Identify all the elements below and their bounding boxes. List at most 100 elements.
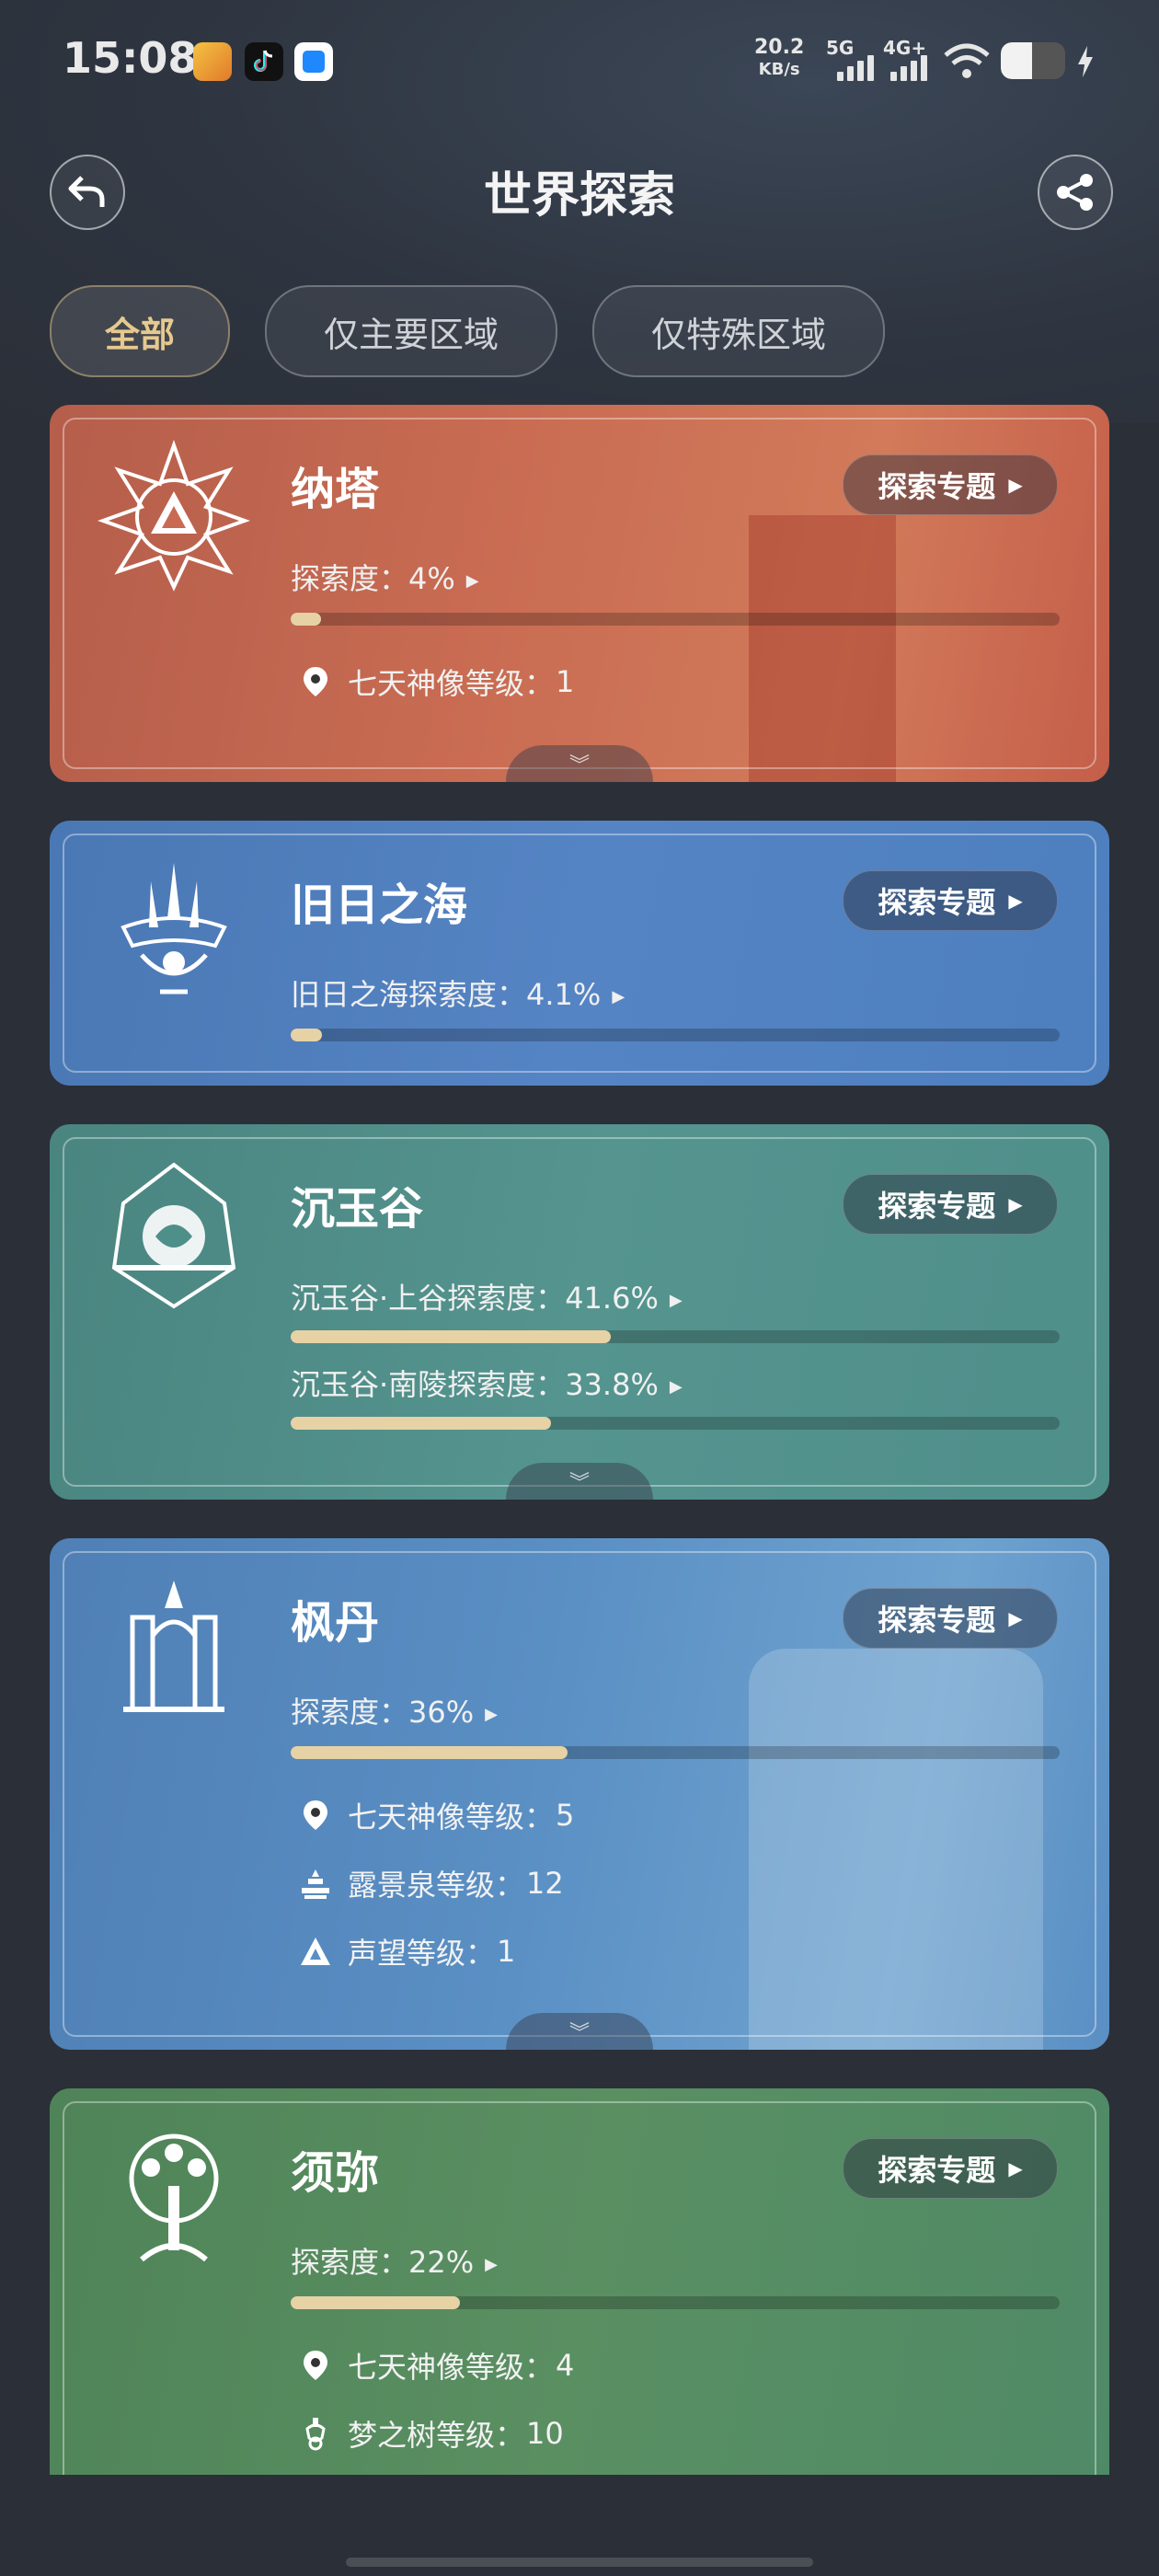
natlan-emblem-icon [98, 440, 250, 592]
explore-topic-label: 探索专题 [878, 2153, 996, 2188]
exploration-label: 探索度： [291, 2245, 409, 2280]
caret-right-icon: ▶ [485, 2254, 498, 2274]
region-card-chenyu-vale[interactable]: 沉玉谷 探索专题 ▶ 沉玉谷·上谷探索度：41.6% ▶ 沉玉谷·南陵探索度：33.… [50, 1124, 1109, 1500]
card-scenery [749, 1649, 1043, 2050]
chevron-down-icon: ︾ [568, 2022, 590, 2045]
caret-right-icon: ▶ [612, 986, 625, 1006]
caret-right-icon: ▶ [485, 1704, 498, 1724]
progress-fill [291, 1746, 568, 1759]
region-card-sea-of-bygone-eras[interactable]: 旧日之海 探索专题 ▶ 旧日之海探索度：4.1% ▶ [50, 821, 1109, 1086]
stat-row: 七天神像等级： 4 [298, 2344, 574, 2386]
fountain-icon [298, 1866, 333, 1901]
exploration-progress-bar [291, 613, 1060, 626]
explore-topic-label: 探索专题 [878, 885, 996, 920]
stat-label: 七天神像等级： [348, 1800, 555, 1834]
status-time: 15:08 [63, 33, 198, 83]
explore-topic-button[interactable]: 探索专题 ▶ [843, 870, 1058, 931]
wifi-icon [944, 43, 990, 78]
region-name: 枫丹 [291, 1597, 380, 1649]
caret-right-icon: ▶ [465, 570, 479, 591]
tab-main-regions[interactable]: 仅主要区域 [265, 285, 557, 377]
tab-special-regions[interactable]: 仅特殊区域 [592, 285, 885, 377]
exploration-progress-bar [291, 1330, 1060, 1343]
explore-topic-button[interactable]: 探索专题 ▶ [843, 1174, 1058, 1235]
stat-value: 10 [526, 2416, 564, 2451]
region-name: 旧日之海 [291, 880, 468, 931]
explore-topic-label: 探索专题 [878, 1189, 996, 1224]
share-icon [1057, 174, 1093, 211]
stat-label: 露景泉等级： [348, 1868, 525, 1903]
stat-label: 七天神像等级： [348, 2350, 555, 2385]
stat-value: 5 [556, 1798, 575, 1833]
signal-bars-icon [837, 48, 874, 81]
stat-row: 梦之树等级： 10 [298, 2412, 564, 2455]
fontaine-emblem-icon [123, 1581, 224, 1712]
exploration-value: 41.6% [565, 1281, 659, 1316]
statue-pin-icon [298, 1798, 333, 1833]
chevron-down-icon: ︾ [568, 754, 590, 777]
region-name: 沉玉谷 [291, 1183, 424, 1235]
expand-button[interactable]: ︾ [506, 745, 653, 782]
tab-all[interactable]: 全部 [50, 285, 230, 377]
stat-row: 露景泉等级： 12 [298, 1862, 564, 1904]
exploration-row[interactable]: 沉玉谷·南陵探索度：33.8% ▶ [291, 1362, 683, 1404]
share-button[interactable] [1038, 155, 1113, 230]
network-speed: 20.2 KB/s [754, 37, 804, 81]
page-title: 世界探索 [483, 168, 675, 224]
exploration-label: 旧日之海探索度： [291, 977, 527, 1012]
chevron-down-icon: ︾ [568, 1472, 590, 1495]
sumeru-emblem-icon [129, 2133, 219, 2262]
stat-label: 七天神像等级： [348, 666, 555, 701]
exploration-label: 沉玉谷·上谷探索度： [291, 1281, 566, 1316]
card-scenery [749, 515, 896, 782]
caret-right-icon: ▶ [1008, 1193, 1023, 1215]
chenyu-emblem-icon [111, 1162, 236, 1309]
exploration-row[interactable]: 探索度：36% ▶ [291, 1689, 498, 1731]
reputation-icon [298, 1934, 333, 1969]
caret-right-icon: ▶ [1008, 474, 1023, 496]
explore-topic-label: 探索专题 [878, 469, 996, 504]
status-bar: 15:08 20.2 KB/s 5G 4G+ [0, 0, 1159, 129]
stat-row: 七天神像等级： 1 [298, 661, 574, 703]
progress-fill [291, 1417, 551, 1430]
region-name: 须弥 [291, 2147, 380, 2199]
statue-pin-icon [298, 2348, 333, 2383]
caret-right-icon: ▶ [1008, 1607, 1023, 1629]
region-card-natlan[interactable]: 纳塔 探索专题 ▶ 探索度：4% ▶ 七天神像等级： 1 ︾ [50, 405, 1109, 782]
explore-topic-button[interactable]: 探索专题 ▶ [843, 454, 1058, 515]
caret-right-icon: ▶ [669, 1290, 683, 1310]
exploration-progress-bar [291, 1746, 1060, 1759]
exploration-row[interactable]: 旧日之海探索度：4.1% ▶ [291, 972, 625, 1014]
explore-topic-label: 探索专题 [878, 1603, 996, 1638]
exploration-value: 36% [408, 1695, 475, 1730]
stat-label: 声望等级： [348, 1936, 496, 1971]
exploration-value: 4.1% [526, 977, 602, 1012]
progress-fill [291, 1330, 611, 1343]
exploration-progress-bar [291, 1029, 1060, 1041]
signal-bars-icon [890, 48, 927, 81]
expand-button[interactable]: ︾ [506, 2013, 653, 2050]
stat-value: 1 [497, 1934, 516, 1969]
exploration-row[interactable]: 探索度：22% ▶ [291, 2239, 498, 2282]
stat-row: 声望等级： 1 [298, 1930, 515, 1972]
caret-right-icon: ▶ [1008, 890, 1023, 912]
statue-pin-icon [298, 664, 333, 699]
progress-fill [291, 1029, 323, 1041]
stat-row: 七天神像等级： 5 [298, 1794, 574, 1836]
explore-topic-button[interactable]: 探索专题 ▶ [843, 2138, 1058, 2199]
exploration-row[interactable]: 探索度：4% ▶ [291, 556, 479, 598]
exploration-value: 4% [408, 561, 455, 596]
charging-icon [1078, 46, 1093, 77]
battery-icon [1001, 42, 1065, 79]
explore-topic-button[interactable]: 探索专题 ▶ [843, 1588, 1058, 1649]
home-indicator[interactable] [346, 2558, 813, 2567]
stat-value: 1 [556, 664, 575, 699]
exploration-row[interactable]: 沉玉谷·上谷探索度：41.6% ▶ [291, 1275, 683, 1317]
expand-button[interactable]: ︾ [506, 1463, 653, 1500]
progress-fill [291, 613, 322, 626]
stat-value: 4 [556, 2348, 575, 2383]
exploration-label: 探索度： [291, 561, 409, 596]
exploration-value: 22% [408, 2245, 475, 2280]
region-card-sumeru[interactable]: 须弥 探索专题 ▶ 探索度：22% ▶ 七天神像等级： 4 梦之树等级： 10 [50, 2088, 1109, 2475]
region-card-fontaine[interactable]: 枫丹 探索专题 ▶ 探索度：36% ▶ 七天神像等级： 5 露景泉等级： 12 声望等级… [50, 1538, 1109, 2050]
